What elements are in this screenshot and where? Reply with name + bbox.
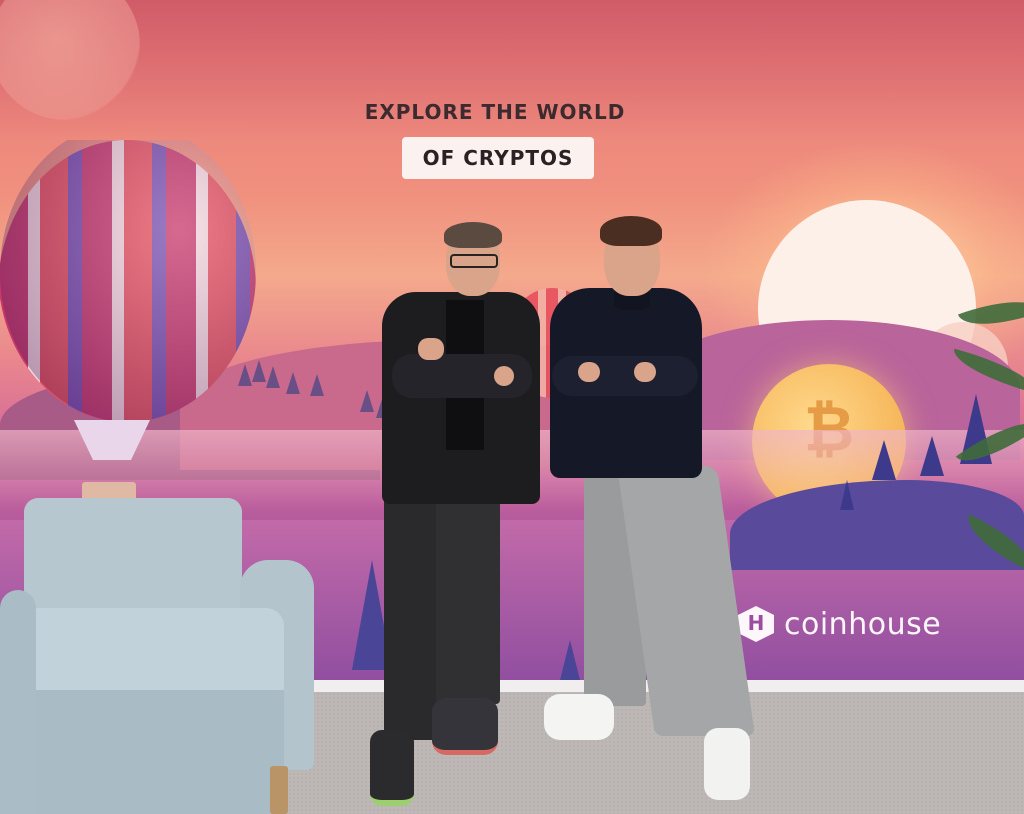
person-right-hair [600,216,662,246]
glasses-icon [450,254,498,268]
coinhouse-logo-icon [738,606,774,642]
brand-name: coinhouse [784,606,942,642]
person-left-shoe [432,698,498,755]
tree [238,364,252,386]
tree [286,372,300,394]
tree [252,360,266,382]
tree [920,436,944,476]
person-left-shoe [370,730,414,806]
photo-scene: ₿ EXPLORE THE WORLD OF CRYPTOS coinhouse [0,0,1024,814]
tree [266,366,280,388]
person-right-hand [578,362,600,382]
pine-tree [560,640,580,680]
person-right-crossed-arms [552,356,698,396]
person-right-hand [634,362,656,382]
person-left-hand [494,366,514,386]
armchair-front [22,690,284,814]
mural-headline-line1: EXPLORE THE WORLD [364,100,626,124]
tree [310,374,324,396]
tree [872,440,896,480]
armchair-leg [270,766,288,814]
brand-lockup: coinhouse [738,606,941,642]
person-right-sneaker [544,694,614,740]
person-left-hair [444,222,502,248]
tree [360,390,374,412]
person-left-hand [418,338,444,360]
mural-headline-line2: OF CRYPTOS [402,137,594,179]
person-right-sneaker [704,728,750,800]
person-left-leg [436,478,500,704]
tree [840,480,854,510]
armchair-arm-left [0,590,36,814]
